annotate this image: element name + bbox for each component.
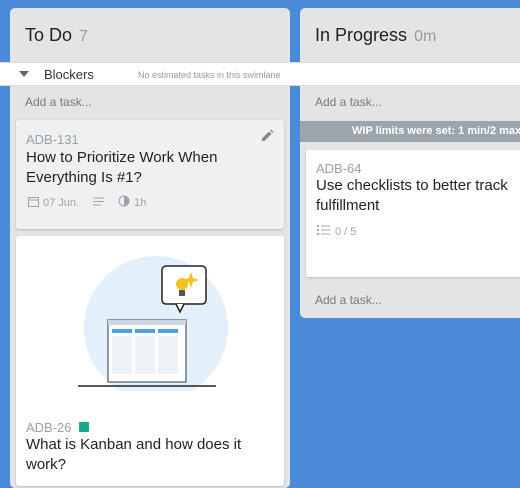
card-title-line: What is Kanban and how does it <box>26 436 242 453</box>
card-id: ADB-131 <box>26 132 79 147</box>
swimlane-header[interactable]: Blockers No estimated tasks in this swim… <box>0 62 520 86</box>
kanban-illustration <box>76 256 236 400</box>
add-task-link[interactable]: Add a task... <box>315 293 382 307</box>
calendar-icon <box>28 196 39 210</box>
card-meta: 0 / 5 <box>317 225 356 238</box>
card-title-line: Everything Is #1? <box>26 169 142 186</box>
column-header-in-progress[interactable]: In Progress 0m <box>300 8 520 62</box>
task-card[interactable]: ADB-64 Use checklists to better track fu… <box>306 150 520 277</box>
card-id: ADB-64 <box>316 161 362 176</box>
add-task-link[interactable]: Add a task... <box>315 95 382 109</box>
column-header-todo[interactable]: To Do 7 <box>10 8 290 62</box>
pencil-icon[interactable] <box>260 129 274 148</box>
card-meta: 07 Jun. 1h <box>28 195 146 210</box>
card-title-line: fulfillment <box>316 197 380 214</box>
column-title: In Progress <box>315 25 408 45</box>
card-title-line: work? <box>26 456 67 473</box>
board-gutter <box>290 86 300 480</box>
wip-limit-banner: WIP limits were set: 1 min/2 max <box>300 121 520 142</box>
description-icon <box>93 197 105 209</box>
column-title: To Do <box>25 25 73 45</box>
card-title-line: Use checklists to better track <box>316 177 508 194</box>
card-time-estimate: 1h <box>134 196 147 209</box>
swimlane-name: Blockers <box>44 67 94 82</box>
collapse-caret-icon[interactable] <box>19 71 29 77</box>
column-count: 7 <box>79 28 88 45</box>
card-due-date: 07 Jun. <box>43 196 80 209</box>
card-title-line: How to Prioritize Work When <box>26 149 218 166</box>
checklist-progress: 0 / 5 <box>335 225 357 238</box>
tag-color-chip <box>79 422 89 432</box>
time-estimate-icon <box>118 195 130 210</box>
column-count: 0m <box>414 28 437 45</box>
swimlane-note: No estimated tasks in this swimlane <box>138 70 281 80</box>
checklist-icon <box>317 225 330 238</box>
task-card[interactable]: ADB-131 How to Prioritize Work When Ever… <box>16 120 284 229</box>
add-task-link[interactable]: Add a task... <box>25 95 92 109</box>
task-card[interactable]: ADB-26 What is Kanban and how does it wo… <box>16 236 284 486</box>
card-id: ADB-26 <box>26 420 72 435</box>
board-gutter <box>0 86 10 480</box>
